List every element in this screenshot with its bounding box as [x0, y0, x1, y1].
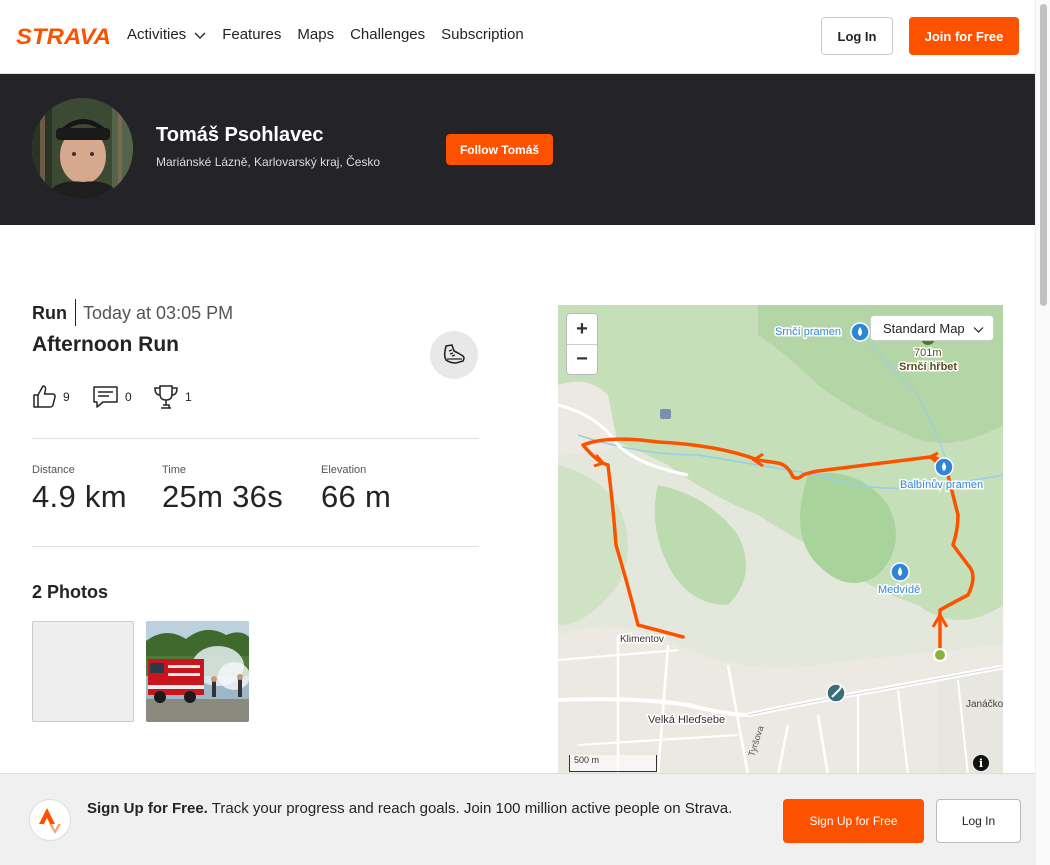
activity-time: Today at 03:05 PM [83, 303, 234, 323]
nav-item-label: Maps [297, 26, 335, 43]
map-label: Srnčí pramen [775, 326, 841, 338]
stat-time: Time 25m 36s [162, 464, 283, 515]
nav-item-challenges[interactable]: Challenges [350, 26, 425, 43]
map-label: Janáčko [966, 699, 1003, 710]
activity-type: Run [32, 303, 67, 323]
nav-menu: Activities Features Maps Challenges Subs… [127, 26, 540, 43]
map-label: Balbínův pramen [900, 479, 983, 491]
athlete-name[interactable]: Tomáš Psohlavec [156, 124, 323, 147]
top-nav: STRAVA Activities Features Maps Challeng… [0, 0, 1035, 74]
stat-value: 25m 36s [162, 479, 283, 514]
scrollbar-thumb[interactable] [1040, 4, 1047, 306]
nav-item-label: Activities [127, 26, 187, 43]
comments-button[interactable]: 0 [92, 384, 132, 409]
photo-thumbnail-firetruck[interactable] [146, 621, 249, 722]
stat-label: Elevation [321, 464, 367, 476]
nav-item-subscription[interactable]: Subscription [441, 26, 524, 43]
banner-login-button[interactable]: Log In [936, 799, 1021, 843]
logo-text: STRAVA [16, 25, 111, 47]
activity-title: Afternoon Run [32, 333, 179, 356]
chevron-down-icon [194, 32, 206, 39]
nav-item-label: Subscription [441, 26, 524, 43]
divider [32, 438, 479, 439]
trophy-icon [154, 385, 178, 409]
firetruck-photo [146, 621, 249, 722]
map-label: Srnčí hřbet [899, 361, 957, 373]
join-button[interactable]: Join for Free [909, 17, 1019, 55]
achievements-count: 1 [185, 390, 192, 404]
athlete-header: Tomáš Psohlavec Mariánské Lázně, Karlova… [0, 74, 1035, 225]
banner-body: Track your progress and reach goals. Joi… [211, 800, 733, 817]
nav-item-activities[interactable]: Activities [127, 26, 206, 43]
map-canvas: Srnčí pramen 701m Srnčí hřbet Balbínův p… [558, 305, 1003, 775]
map-style-label: Standard Map [883, 320, 965, 336]
route-map[interactable]: Srnčí pramen 701m Srnčí hřbet Balbínův p… [558, 305, 1003, 775]
run-shoe-icon [443, 344, 465, 364]
info-icon[interactable]: i [973, 755, 989, 771]
athlete-location: Mariánské Lázně, Karlovarský kraj, Česko [156, 155, 381, 169]
stat-label: Time [162, 464, 187, 476]
stat-value: 4.9 km [32, 479, 127, 514]
stat-value: 66 m [321, 479, 392, 514]
photo-thumbnail-placeholder[interactable] [32, 621, 134, 722]
nav-item-label: Features [222, 26, 282, 43]
zoom-control: + − [566, 313, 598, 375]
zoom-out-button[interactable]: − [567, 344, 597, 374]
map-label: 701m [914, 347, 942, 359]
banner-headline: Sign Up for Free. [87, 800, 208, 817]
comment-icon [93, 386, 118, 408]
avatar-image [32, 98, 133, 199]
strava-logo[interactable]: STRAVA [16, 25, 112, 47]
stat-distance: Distance 4.9 km [32, 464, 127, 515]
divider [32, 546, 479, 547]
follow-button[interactable]: Follow Tomáš [446, 134, 553, 165]
map-scale: 500 m [569, 755, 657, 772]
signup-banner: Sign Up for Free. Track your progress an… [0, 773, 1035, 865]
thumbs-up-icon [33, 385, 56, 408]
zoom-in-button[interactable]: + [567, 314, 597, 344]
login-button[interactable]: Log In [821, 17, 893, 55]
achievements-button[interactable]: 1 [153, 384, 192, 410]
scrollbar[interactable] [1035, 0, 1050, 865]
stat-elevation: Elevation 66 m [321, 464, 391, 515]
stat-label: Distance [32, 464, 75, 476]
kudos-count: 9 [63, 389, 70, 404]
nav-item-features[interactable]: Features [222, 26, 281, 43]
comments-count: 0 [125, 389, 132, 404]
avatar[interactable] [32, 98, 133, 199]
nav-item-label: Challenges [350, 26, 426, 43]
start-marker [933, 648, 947, 662]
page: STRAVA Activities Features Maps Challeng… [0, 0, 1050, 865]
activity-type-separator [75, 299, 76, 326]
map-label: Velká Hleďsebe [648, 714, 725, 726]
chevron-down-icon [973, 327, 984, 333]
nav-item-maps[interactable]: Maps [297, 26, 334, 43]
signup-button[interactable]: Sign Up for Free [783, 799, 924, 843]
kudos-button[interactable]: 9 [32, 384, 70, 409]
run-shoe-button[interactable] [430, 331, 478, 379]
map-label: Medvídě [878, 584, 920, 596]
map-label: Klimentov [620, 634, 664, 645]
map-style-select[interactable]: Standard Map [870, 315, 994, 341]
banner-message: Sign Up for Free. Track your progress an… [87, 798, 757, 820]
photos-title: 2 Photos [32, 582, 109, 602]
strava-emblem-icon [29, 799, 71, 841]
